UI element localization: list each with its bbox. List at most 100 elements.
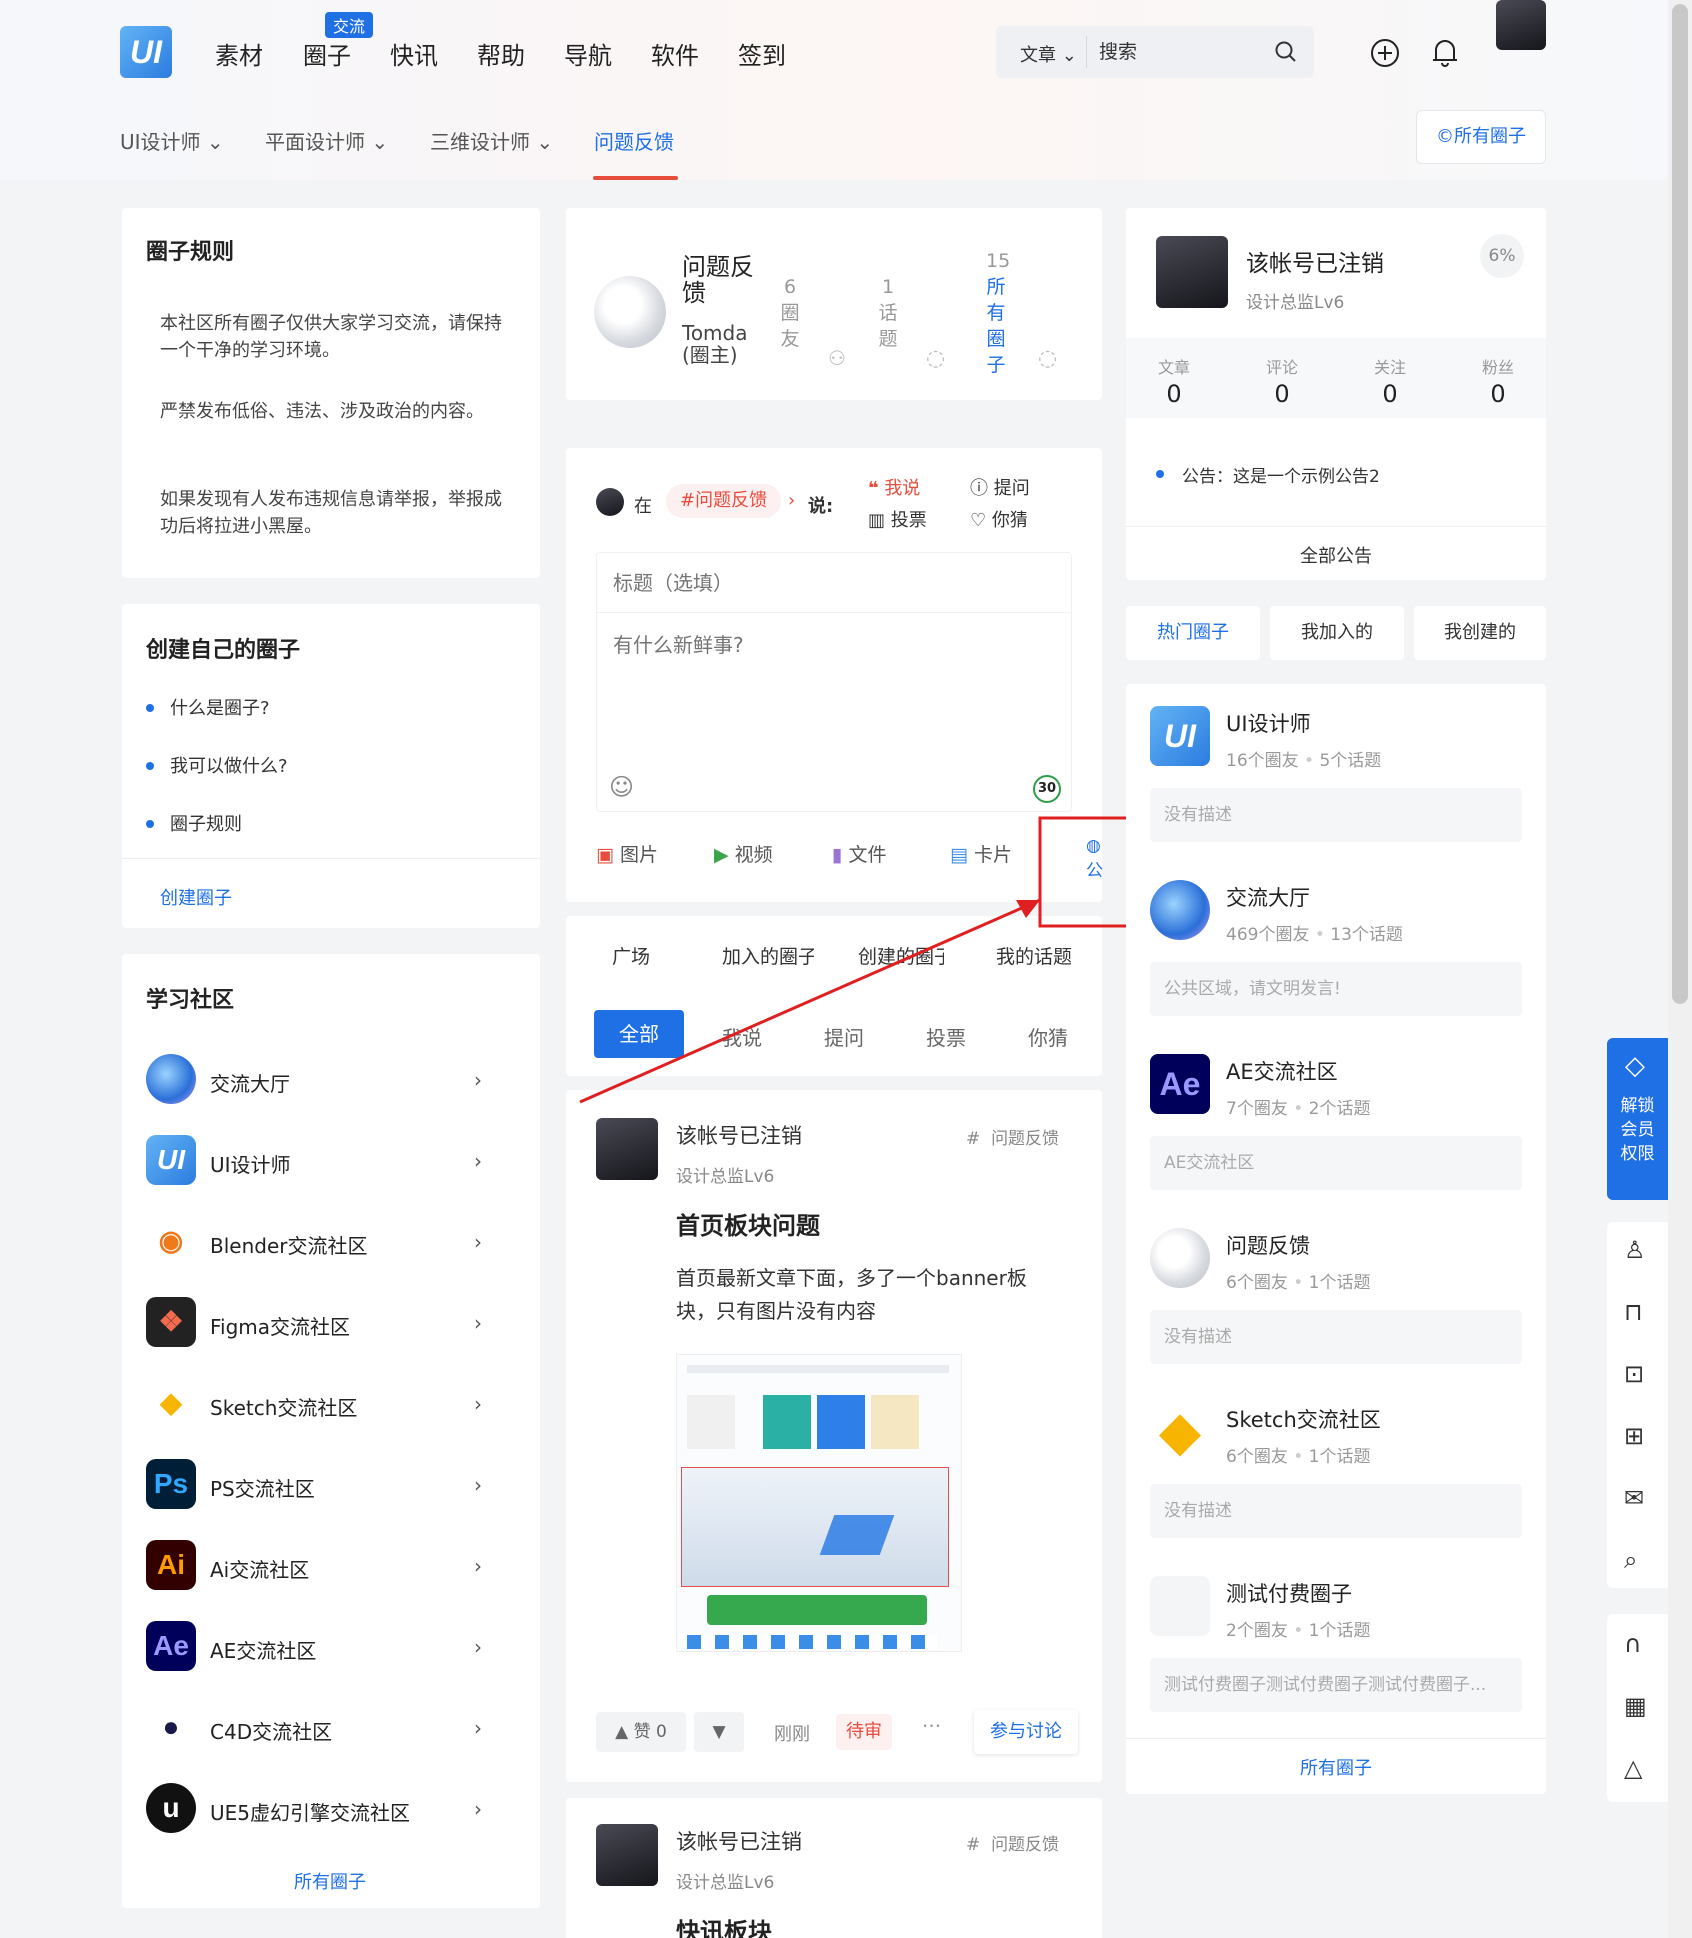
add-icon[interactable] <box>1370 38 1400 68</box>
all-circles-link[interactable]: 所有圈子 <box>294 1868 366 1894</box>
topic-count: 1个话题 <box>1308 1447 1371 1467</box>
composer-say: 说: <box>808 496 834 517</box>
gift-icon[interactable]: ⊞ <box>1624 1422 1650 1450</box>
community-item[interactable]: 交流大厅 › <box>122 1054 540 1114</box>
post-card: 该帐号已注销 设计总监Lv6 # 问题反馈 快讯板块 <box>566 1798 1102 1938</box>
community-item[interactable]: Ai Ai交流社区 › <box>122 1540 540 1600</box>
body-textarea[interactable] <box>597 617 1071 757</box>
community-item[interactable]: ◆ Sketch交流社区 › <box>122 1378 540 1438</box>
qrcode-icon[interactable]: ▦ <box>1624 1692 1650 1720</box>
tab-hot-circles[interactable]: 热门圈子 <box>1126 606 1260 660</box>
side-toolbar: ♙ ⊓ ⊡ ⊞ ✉ ⌕ <box>1607 1222 1668 1588</box>
community-item[interactable]: Ae AE交流社区 › <box>122 1621 540 1681</box>
tab-joined-circles[interactable]: 我加入的 <box>1270 606 1404 660</box>
ae-icon[interactable]: Ae <box>1150 1054 1210 1114</box>
composer-circle-tag[interactable]: #问题反馈 <box>666 484 782 518</box>
profile-avatar[interactable] <box>1156 236 1228 308</box>
nav-item-navigation[interactable]: 导航 <box>564 36 612 71</box>
type-vote[interactable]: ▥ 投票 <box>868 506 927 532</box>
hot-circle-meta: 469个圈友 • 13个话题 <box>1226 920 1403 945</box>
hot-circle-name[interactable]: AE交流社区 <box>1226 1056 1338 1086</box>
create-circle-link[interactable]: 创建圈子 <box>160 884 232 910</box>
dislike-button[interactable]: ▼ <box>694 1712 744 1752</box>
all-notices-link[interactable]: 全部公告 <box>1126 542 1546 568</box>
title-input[interactable] <box>597 553 1071 613</box>
hot-circle-name[interactable]: Sketch交流社区 <box>1226 1404 1381 1434</box>
hot-circles-card: UI UI设计师 16个圈友 • 5个话题 没有描述 交流大厅 469个圈友 • 13个话… <box>1126 684 1546 1794</box>
community-item[interactable]: ◉ Blender交流社区 › <box>122 1216 540 1276</box>
unlock-vip-button[interactable]: ◇ 解锁 会员 权限 <box>1607 1038 1668 1200</box>
hot-circle-name[interactable]: 测试付费圈子 <box>1226 1578 1352 1608</box>
community-item[interactable]: ● C4D交流社区 › <box>122 1702 540 1762</box>
post-title[interactable]: 快讯板块 <box>676 1912 772 1938</box>
community-item[interactable]: ❖ Figma交流社区 › <box>122 1297 540 1357</box>
community-item[interactable]: UI UI设计师 › <box>122 1135 540 1195</box>
more-icon[interactable]: ··· <box>922 1714 941 1738</box>
hot-circle-meta: 2个圈友 • 1个话题 <box>1226 1616 1371 1641</box>
user-icon[interactable]: ♙ <box>1624 1236 1650 1264</box>
hot-circle-name[interactable]: 交流大厅 <box>1226 882 1310 912</box>
post-title[interactable]: 首页板块问题 <box>676 1206 820 1241</box>
mail-icon[interactable]: ✉ <box>1624 1484 1650 1512</box>
bell-icon[interactable] <box>1430 36 1460 68</box>
placeholder-icon[interactable] <box>1150 1576 1210 1636</box>
all-circles-button[interactable]: ©所有圈子 <box>1416 110 1546 164</box>
tab-created-circles[interactable]: 我创建的 <box>1414 606 1546 660</box>
type-say[interactable]: ❝ 我说 <box>868 474 920 500</box>
discuss-button[interactable]: 参与讨论 <box>974 1710 1078 1754</box>
notice-text[interactable]: 公告：这是一个示例公告2 <box>1182 462 1380 487</box>
chevron-right-icon: › <box>474 1149 482 1173</box>
post-circle-tag[interactable]: # 问题反馈 <box>966 1124 1059 1149</box>
community-item-label: PS交流社区 <box>210 1477 315 1501</box>
create-item[interactable]: 圈子规则 <box>170 810 242 836</box>
cart-icon[interactable]: ⊓ <box>1624 1298 1650 1326</box>
hot-circle-name[interactable]: UI设计师 <box>1226 708 1311 738</box>
nav-item-software[interactable]: 软件 <box>651 36 699 71</box>
nav-item-material[interactable]: 素材 <box>215 36 263 71</box>
community-item[interactable]: Ps PS交流社区 › <box>122 1459 540 1519</box>
search-icon[interactable]: ⌕ <box>1624 1546 1650 1574</box>
search-input[interactable] <box>1086 36 1266 68</box>
scrollbar-thumb[interactable] <box>1672 4 1688 1004</box>
search-type-select[interactable]: 文章 ⌄ <box>1020 41 1077 67</box>
nav-item-help[interactable]: 帮助 <box>477 36 525 71</box>
post-avatar[interactable] <box>596 1118 658 1180</box>
nav-item-circle[interactable]: 圈子 <box>303 36 351 71</box>
feedback-circle-icon[interactable] <box>1150 1228 1210 1288</box>
sketch-icon[interactable]: ◆ <box>1150 1402 1210 1462</box>
post-avatar[interactable] <box>596 1824 658 1886</box>
community-item[interactable]: u UE5虚幻引擎交流社区 › <box>122 1783 540 1843</box>
type-question[interactable]: ⓘ 提问 <box>970 474 1030 500</box>
headset-icon[interactable]: ∩ <box>1624 1630 1650 1658</box>
create-item[interactable]: 我可以做什么? <box>170 752 288 778</box>
post-username[interactable]: 该帐号已注销 <box>676 1120 802 1150</box>
subnav-ui-designer[interactable]: UI设计师 ⌄ <box>120 126 224 155</box>
post-circle-tag[interactable]: # 问题反馈 <box>966 1830 1059 1855</box>
topic-count: 13个话题 <box>1330 925 1403 945</box>
create-item[interactable]: 什么是圈子? <box>170 694 270 720</box>
like-button[interactable]: ▲ 赞 0 <box>596 1712 686 1752</box>
post-username[interactable]: 该帐号已注销 <box>676 1826 802 1856</box>
user-avatar[interactable] <box>1496 0 1546 50</box>
subnav-graphic-designer[interactable]: 平面设计师 ⌄ <box>265 126 388 155</box>
nav-item-news[interactable]: 快讯 <box>390 36 438 71</box>
stat-all-circles[interactable]: 15 所有圈子 <box>986 248 1010 378</box>
nav-item-checkin[interactable]: 签到 <box>738 36 786 71</box>
profile-name[interactable]: 该帐号已注销 <box>1246 244 1384 278</box>
ticket-icon[interactable]: ⊡ <box>1624 1360 1650 1388</box>
chevron-right-icon: › <box>474 1311 482 1335</box>
hash-icon: # <box>966 1835 981 1855</box>
bell-icon[interactable]: △ <box>1624 1754 1650 1782</box>
all-circles-link[interactable]: 所有圈子 <box>1126 1754 1546 1780</box>
hot-circle-name[interactable]: 问题反馈 <box>1226 1230 1310 1260</box>
site-logo[interactable]: UI <box>120 26 172 78</box>
circle-owner: Tomda (圈主) <box>682 321 748 367</box>
ui-logo-icon[interactable]: UI <box>1150 706 1210 766</box>
search-icon[interactable] <box>1274 40 1298 64</box>
planet-icon[interactable] <box>1150 880 1210 940</box>
subnav-feedback[interactable]: 问题反馈 <box>594 126 674 155</box>
type-guess[interactable]: ♡ 你猜 <box>970 506 1028 532</box>
subnav-3d-designer[interactable]: 三维设计师 ⌄ <box>430 126 553 155</box>
post-image[interactable] <box>676 1354 962 1652</box>
emoji-icon[interactable]: ☺ <box>609 773 634 801</box>
